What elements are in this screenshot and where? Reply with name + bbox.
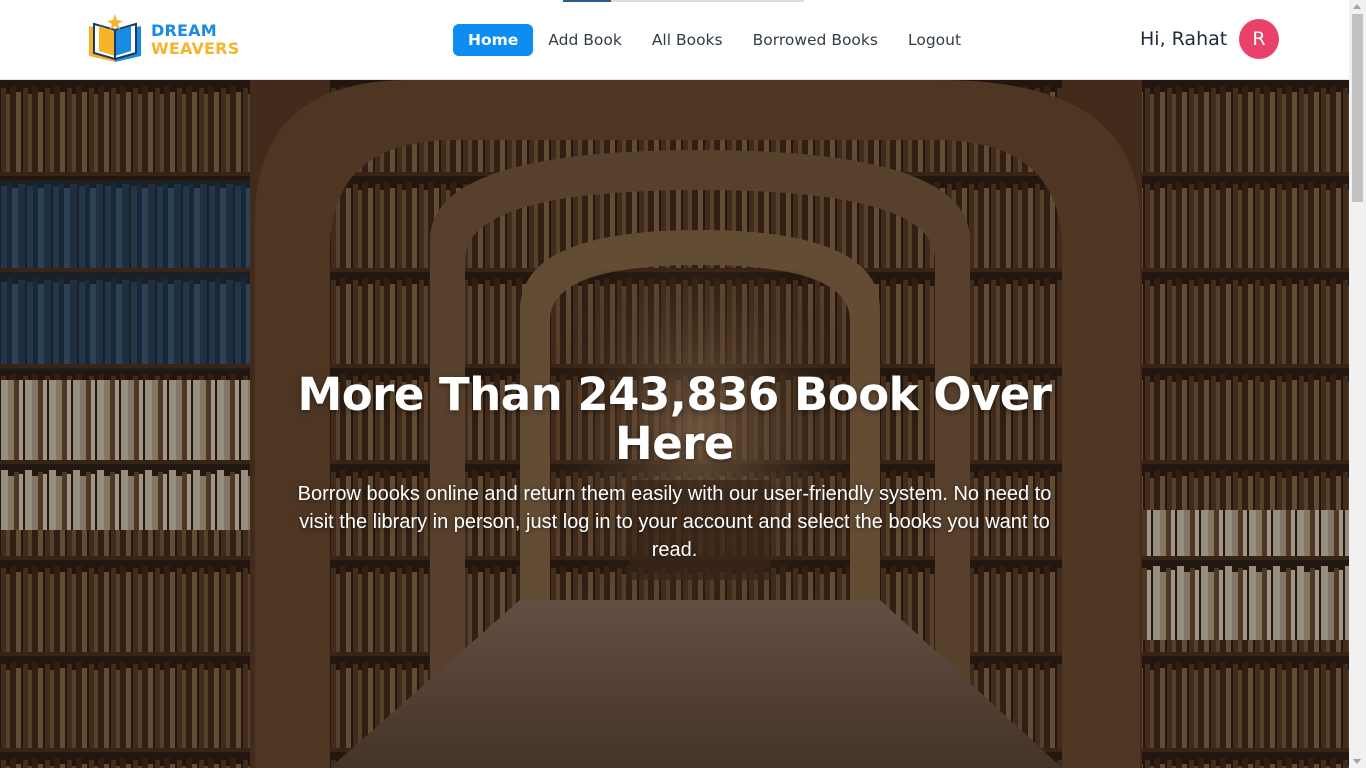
open-book-star-icon — [89, 14, 141, 62]
nav-home[interactable]: Home — [453, 24, 534, 56]
nav-logout[interactable]: Logout — [893, 24, 976, 56]
hero-title: More Than 243,836 Book Over Here — [297, 368, 1052, 470]
hero-content: More Than 243,836 Book Over Here Borrow … — [290, 370, 1059, 564]
brand-logo[interactable]: DREAM WEAVERS — [85, 12, 239, 68]
nav-borrowed-books[interactable]: Borrowed Books — [738, 24, 893, 56]
brand-name: DREAM WEAVERS — [151, 22, 239, 58]
user-greeting: Hi, Rahat — [1140, 28, 1228, 50]
scroll-up-arrow-icon[interactable] — [1353, 4, 1361, 9]
scrollbar-thumb[interactable] — [1352, 14, 1363, 202]
scroll-progress-indicator — [563, 0, 804, 2]
hero-section: More Than 243,836 Book Over Here Borrow … — [0, 80, 1349, 768]
page-scrollbar[interactable] — [1349, 0, 1366, 768]
scroll-down-arrow-icon[interactable] — [1353, 759, 1361, 764]
hero-description: Borrow books online and return them easi… — [297, 483, 1052, 561]
brand-name-line2: WEAVERS — [151, 39, 240, 58]
main-nav: Home Add Book All Books Borrowed Books L… — [453, 24, 976, 56]
brand-name-line1: DREAM — [151, 21, 217, 40]
scroll-progress-fill — [563, 0, 611, 2]
site-header: DREAM WEAVERS Home Add Book All Books Bo… — [0, 0, 1349, 80]
nav-all-books[interactable]: All Books — [637, 24, 738, 56]
user-avatar[interactable]: R — [1239, 19, 1279, 59]
nav-add-book[interactable]: Add Book — [533, 24, 637, 56]
